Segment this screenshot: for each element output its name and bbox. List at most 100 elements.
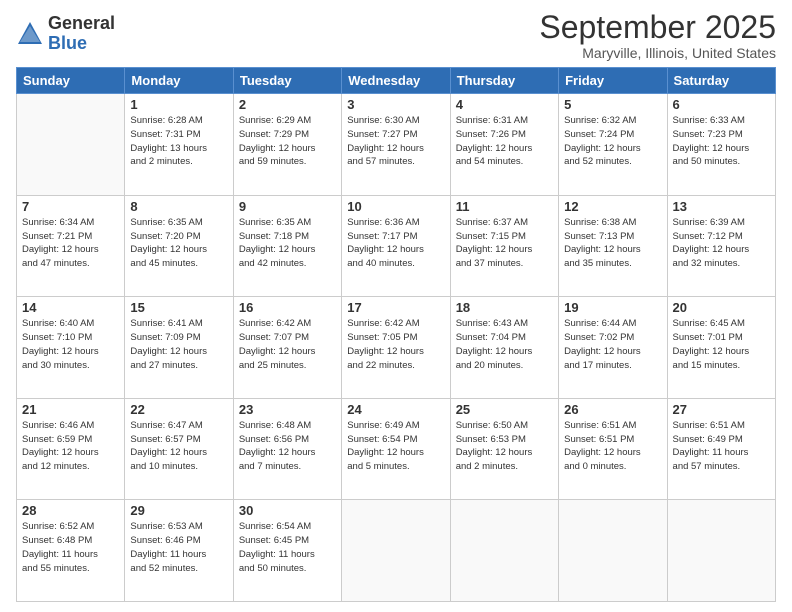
day-number: 18 — [456, 300, 553, 315]
day-number: 29 — [130, 503, 227, 518]
day-info: Sunrise: 6:42 AMSunset: 7:07 PMDaylight:… — [239, 317, 336, 372]
calendar-cell: 17 Sunrise: 6:42 AMSunset: 7:05 PMDayligh… — [342, 297, 450, 399]
day-info: Sunrise: 6:38 AMSunset: 7:13 PMDaylight:… — [564, 216, 661, 271]
day-number: 10 — [347, 199, 444, 214]
calendar-cell: 22Sunrise: 6:47 AMSunset: 6:57 PMDayligh… — [125, 398, 233, 500]
day-number: 9 — [239, 199, 336, 214]
calendar-cell: 29 Sunrise: 6:53 AMSunset: 6:46 PMDayligh… — [125, 500, 233, 602]
calendar-cell: 10 Sunrise: 6:36 AMSunset: 7:17 PMDayligh… — [342, 195, 450, 297]
calendar-cell — [667, 500, 775, 602]
calendar-cell: 28 Sunrise: 6:52 AMSunset: 6:48 PMDayligh… — [17, 500, 125, 602]
day-number: 3 — [347, 97, 444, 112]
day-info: Sunrise: 6:47 AMSunset: 6:57 PMDaylight:… — [130, 419, 227, 474]
day-number: 5 — [564, 97, 661, 112]
day-info: Sunrise: 6:50 AMSunset: 6:53 PMDaylight:… — [456, 419, 553, 474]
calendar-cell — [17, 94, 125, 196]
day-number: 4 — [456, 97, 553, 112]
month-title: September 2025 — [539, 10, 776, 45]
calendar-cell: 30Sunrise: 6:54 AMSunset: 6:45 PMDayligh… — [233, 500, 341, 602]
header-friday: Friday — [559, 68, 667, 94]
calendar-cell: 5 Sunrise: 6:32 AMSunset: 7:24 PMDaylight… — [559, 94, 667, 196]
day-number: 2 — [239, 97, 336, 112]
calendar-week-3: 21 Sunrise: 6:46 AMSunset: 6:59 PMDayligh… — [17, 398, 776, 500]
day-number: 13 — [673, 199, 770, 214]
calendar-week-1: 7 Sunrise: 6:34 AMSunset: 7:21 PMDaylight… — [17, 195, 776, 297]
header-saturday: Saturday — [667, 68, 775, 94]
calendar-cell: 13 Sunrise: 6:39 AMSunset: 7:12 PMDayligh… — [667, 195, 775, 297]
day-info: Sunrise: 6:28 AMSunset: 7:31 PMDaylight:… — [130, 114, 227, 169]
calendar-cell: 20 Sunrise: 6:45 AMSunset: 7:01 PMDayligh… — [667, 297, 775, 399]
day-info: Sunrise: 6:40 AMSunset: 7:10 PMDaylight:… — [22, 317, 119, 372]
header: General Blue September 2025 Maryville, I… — [16, 10, 776, 61]
calendar-cell: 6 Sunrise: 6:33 AMSunset: 7:23 PMDaylight… — [667, 94, 775, 196]
day-number: 21 — [22, 402, 119, 417]
day-info: Sunrise: 6:31 AMSunset: 7:26 PMDaylight:… — [456, 114, 553, 169]
day-info: Sunrise: 6:45 AMSunset: 7:01 PMDaylight:… — [673, 317, 770, 372]
day-info: Sunrise: 6:35 AMSunset: 7:20 PMDaylight:… — [130, 216, 227, 271]
day-info: Sunrise: 6:39 AMSunset: 7:12 PMDaylight:… — [673, 216, 770, 271]
day-info: Sunrise: 6:37 AMSunset: 7:15 PMDaylight:… — [456, 216, 553, 271]
calendar-week-2: 14 Sunrise: 6:40 AMSunset: 7:10 PMDayligh… — [17, 297, 776, 399]
day-number: 28 — [22, 503, 119, 518]
location: Maryville, Illinois, United States — [539, 45, 776, 61]
day-info: Sunrise: 6:34 AMSunset: 7:21 PMDaylight:… — [22, 216, 119, 271]
logo-icon — [16, 20, 44, 48]
day-number: 26 — [564, 402, 661, 417]
calendar-cell: 2Sunrise: 6:29 AMSunset: 7:29 PMDaylight… — [233, 94, 341, 196]
day-number: 23 — [239, 402, 336, 417]
day-info: Sunrise: 6:35 AMSunset: 7:18 PMDaylight:… — [239, 216, 336, 271]
header-tuesday: Tuesday — [233, 68, 341, 94]
day-number: 20 — [673, 300, 770, 315]
calendar-cell: 23Sunrise: 6:48 AMSunset: 6:56 PMDayligh… — [233, 398, 341, 500]
day-info: Sunrise: 6:43 AMSunset: 7:04 PMDaylight:… — [456, 317, 553, 372]
calendar-cell: 24Sunrise: 6:49 AMSunset: 6:54 PMDayligh… — [342, 398, 450, 500]
calendar-cell: 12 Sunrise: 6:38 AMSunset: 7:13 PMDayligh… — [559, 195, 667, 297]
day-number: 16 — [239, 300, 336, 315]
header-wednesday: Wednesday — [342, 68, 450, 94]
logo-general: General — [48, 14, 115, 34]
day-number: 14 — [22, 300, 119, 315]
day-info: Sunrise: 6:30 AMSunset: 7:27 PMDaylight:… — [347, 114, 444, 169]
calendar-cell: 4 Sunrise: 6:31 AMSunset: 7:26 PMDaylight… — [450, 94, 558, 196]
calendar-cell: 3 Sunrise: 6:30 AMSunset: 7:27 PMDaylight… — [342, 94, 450, 196]
day-info: Sunrise: 6:33 AMSunset: 7:23 PMDaylight:… — [673, 114, 770, 169]
calendar-cell: 15Sunrise: 6:41 AMSunset: 7:09 PMDayligh… — [125, 297, 233, 399]
calendar-cell: 7 Sunrise: 6:34 AMSunset: 7:21 PMDaylight… — [17, 195, 125, 297]
day-number: 17 — [347, 300, 444, 315]
calendar-cell: 9 Sunrise: 6:35 AMSunset: 7:18 PMDaylight… — [233, 195, 341, 297]
day-number: 6 — [673, 97, 770, 112]
calendar-cell: 21 Sunrise: 6:46 AMSunset: 6:59 PMDayligh… — [17, 398, 125, 500]
day-info: Sunrise: 6:42 AMSunset: 7:05 PMDaylight:… — [347, 317, 444, 372]
calendar-cell: 25 Sunrise: 6:50 AMSunset: 6:53 PMDayligh… — [450, 398, 558, 500]
logo-blue: Blue — [48, 34, 115, 54]
day-number: 7 — [22, 199, 119, 214]
day-number: 1 — [130, 97, 227, 112]
day-info: Sunrise: 6:54 AMSunset: 6:45 PMDaylight:… — [239, 520, 336, 575]
logo: General Blue — [16, 14, 115, 54]
day-info: Sunrise: 6:32 AMSunset: 7:24 PMDaylight:… — [564, 114, 661, 169]
calendar-cell: 26 Sunrise: 6:51 AMSunset: 6:51 PMDayligh… — [559, 398, 667, 500]
calendar-cell: 18 Sunrise: 6:43 AMSunset: 7:04 PMDayligh… — [450, 297, 558, 399]
day-info: Sunrise: 6:51 AMSunset: 6:49 PMDaylight:… — [673, 419, 770, 474]
calendar-cell — [342, 500, 450, 602]
day-number: 25 — [456, 402, 553, 417]
day-info: Sunrise: 6:41 AMSunset: 7:09 PMDaylight:… — [130, 317, 227, 372]
calendar-table: Sunday Monday Tuesday Wednesday Thursday… — [16, 67, 776, 602]
day-info: Sunrise: 6:36 AMSunset: 7:17 PMDaylight:… — [347, 216, 444, 271]
calendar-cell: 19Sunrise: 6:44 AMSunset: 7:02 PMDayligh… — [559, 297, 667, 399]
day-info: Sunrise: 6:51 AMSunset: 6:51 PMDaylight:… — [564, 419, 661, 474]
day-number: 8 — [130, 199, 227, 214]
day-info: Sunrise: 6:52 AMSunset: 6:48 PMDaylight:… — [22, 520, 119, 575]
day-number: 19 — [564, 300, 661, 315]
logo-text: General Blue — [48, 14, 115, 54]
day-info: Sunrise: 6:46 AMSunset: 6:59 PMDaylight:… — [22, 419, 119, 474]
calendar-cell — [559, 500, 667, 602]
calendar-cell: 11 Sunrise: 6:37 AMSunset: 7:15 PMDayligh… — [450, 195, 558, 297]
title-section: September 2025 Maryville, Illinois, Unit… — [539, 10, 776, 61]
day-info: Sunrise: 6:53 AMSunset: 6:46 PMDaylight:… — [130, 520, 227, 575]
calendar-cell: 1 Sunrise: 6:28 AMSunset: 7:31 PMDaylight… — [125, 94, 233, 196]
calendar-cell — [450, 500, 558, 602]
day-number: 11 — [456, 199, 553, 214]
day-number: 12 — [564, 199, 661, 214]
header-sunday: Sunday — [17, 68, 125, 94]
